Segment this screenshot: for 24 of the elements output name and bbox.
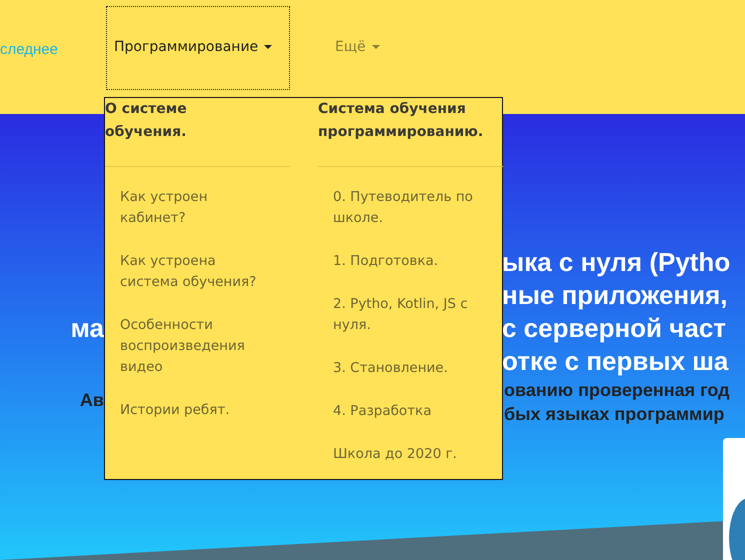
menu-item[interactable]: 1. Подготовка. (318, 251, 493, 272)
nav-dropdown[interactable]: Программирование (106, 6, 290, 90)
hero-subtitle: бых языках программир (504, 403, 726, 426)
menu-item[interactable]: 2. Pytho, Kotlin, JS с нуля. (318, 294, 493, 336)
menu-item[interactable]: Как устроен кабинет? (105, 187, 270, 229)
hero-title: с серверной част (502, 312, 728, 345)
hero-title: ыка с нуля (Pytho (502, 246, 732, 279)
column-heading: О системе обучения. (105, 100, 188, 142)
menu-item[interactable]: Школа до 2020 г. (318, 444, 493, 465)
menu-item[interactable]: 0. Путеводитель по школе. (318, 187, 493, 229)
hero-subtitle: Ав (80, 389, 104, 412)
hero-subtitle: ованию проверенная год (504, 379, 731, 402)
column-heading: Система обучения программированию. (318, 100, 484, 142)
caret-icon (264, 45, 272, 49)
menu-item[interactable]: 3. Становление. (318, 358, 493, 379)
menu-item[interactable]: Истории ребят. (105, 400, 270, 421)
menu-item[interactable]: Особенности воспроизведения видео (105, 315, 270, 378)
hero-title: отке с первых ша (502, 345, 730, 378)
hero-title: ные приложения, (502, 279, 729, 312)
menu-item[interactable]: Как устроена система обучения? (105, 251, 270, 293)
menu-item[interactable]: 4. Разработка (318, 401, 493, 422)
nav-dropdown[interactable]: Ещё (335, 39, 380, 55)
caret-icon (372, 45, 380, 49)
hero-title: ма (70, 312, 104, 345)
